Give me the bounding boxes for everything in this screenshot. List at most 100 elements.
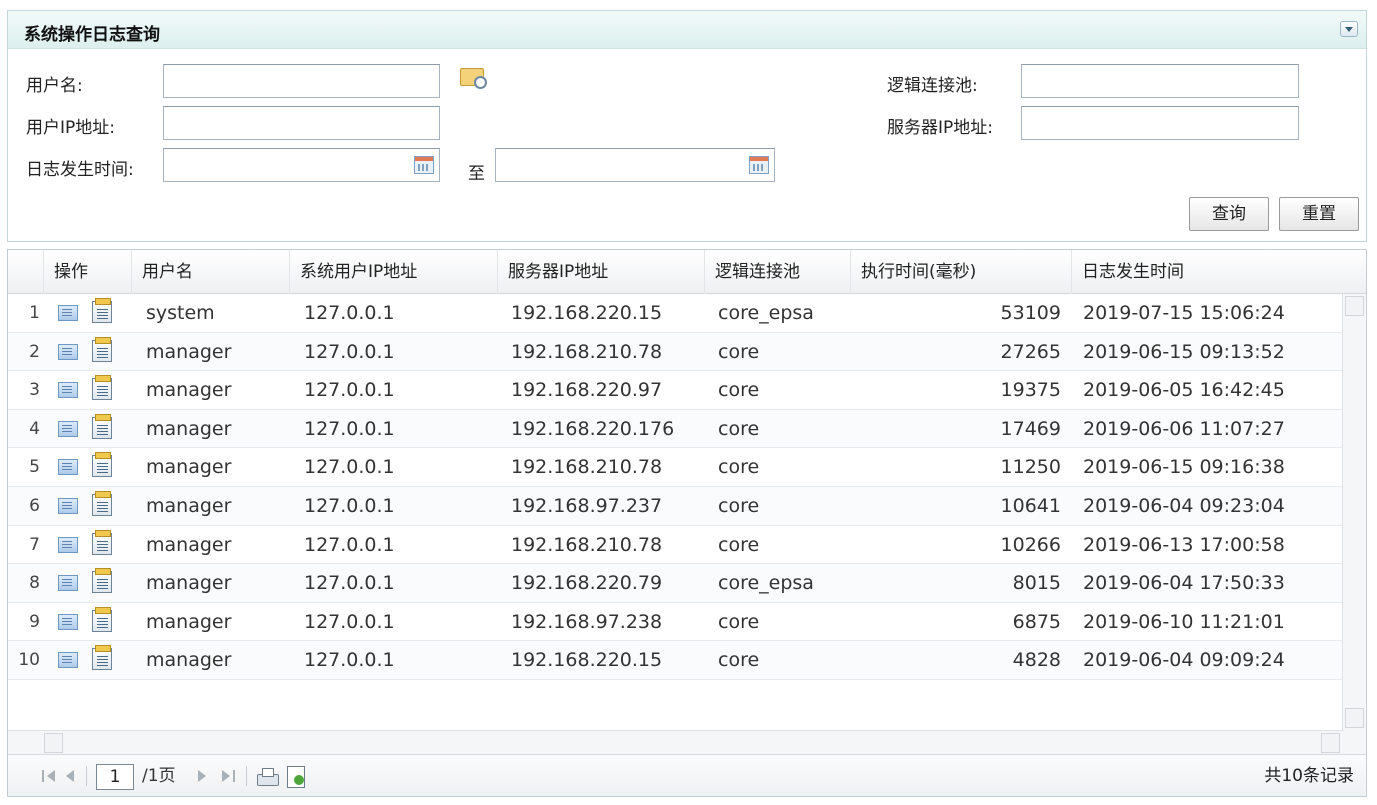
export-icon[interactable] bbox=[287, 766, 305, 788]
first-page-icon[interactable] bbox=[42, 768, 56, 784]
time-from-input[interactable] bbox=[163, 148, 440, 182]
detail-icon[interactable] bbox=[92, 375, 112, 401]
detail-icon[interactable] bbox=[92, 568, 112, 594]
print-icon[interactable] bbox=[257, 768, 279, 786]
table-row[interactable]: 10 manager 127.0.0.1 192.168.220.15 core 4828… bbox=[8, 641, 1342, 680]
collapse-icon[interactable] bbox=[1340, 21, 1358, 37]
user-ip-input[interactable] bbox=[163, 106, 440, 140]
query-button[interactable]: 查询 bbox=[1189, 197, 1269, 231]
row-number: 10 bbox=[18, 650, 40, 671]
cell-server-ip: 192.168.220.15 bbox=[511, 302, 663, 324]
time-to-input[interactable] bbox=[495, 148, 775, 182]
cell-username: manager bbox=[146, 494, 232, 517]
table-row[interactable]: 3 manager 127.0.0.1 192.168.220.97 core 19375… bbox=[8, 371, 1342, 410]
header-system-ip[interactable]: 系统用户IP地址 bbox=[290, 250, 498, 294]
panel-header: 系统操作日志查询 bbox=[8, 11, 1366, 49]
detail-icon[interactable] bbox=[92, 490, 112, 516]
detail-icon[interactable] bbox=[92, 336, 112, 362]
horizontal-scrollbar[interactable] bbox=[8, 730, 1344, 754]
table-row[interactable]: 1 system 127.0.0.1 192.168.220.15 core_epsa 5… bbox=[8, 294, 1342, 333]
header-server-ip[interactable]: 服务器IP地址 bbox=[498, 250, 705, 294]
cell-server-ip: 192.168.210.78 bbox=[511, 456, 663, 479]
cell-username: system bbox=[146, 302, 215, 324]
calendar-icon[interactable] bbox=[414, 156, 434, 174]
last-page-icon[interactable] bbox=[221, 768, 235, 784]
header-log-time[interactable]: 日志发生时间 bbox=[1072, 250, 1344, 294]
table-row[interactable]: 5 manager 127.0.0.1 192.168.210.78 core 11250… bbox=[8, 448, 1342, 487]
calendar-icon[interactable] bbox=[749, 156, 769, 174]
row-actions bbox=[52, 564, 132, 602]
username-input[interactable] bbox=[163, 64, 440, 98]
cell-exec-time: 27265 bbox=[1000, 340, 1061, 363]
grid-body: 1 system 127.0.0.1 192.168.220.15 core_epsa 5… bbox=[8, 294, 1342, 680]
reset-button[interactable]: 重置 bbox=[1279, 197, 1359, 231]
detail-icon[interactable] bbox=[92, 298, 112, 323]
row-actions bbox=[52, 448, 132, 486]
logic-pool-input[interactable] bbox=[1021, 64, 1299, 98]
table-row[interactable]: 9 manager 127.0.0.1 192.168.97.238 core 6875 2… bbox=[8, 603, 1342, 642]
header-rownum bbox=[8, 250, 44, 294]
table-row[interactable]: 8 manager 127.0.0.1 192.168.220.79 core_epsa… bbox=[8, 564, 1342, 603]
cell-exec-time: 53109 bbox=[1000, 302, 1061, 324]
detail-icon[interactable] bbox=[92, 452, 112, 478]
cell-log-time: 2019-06-04 09:23:04 bbox=[1083, 494, 1285, 517]
log-time-label: 日志发生时间: bbox=[26, 160, 134, 180]
cell-log-time: 2019-06-13 17:00:58 bbox=[1083, 533, 1285, 556]
cell-username: manager bbox=[146, 417, 232, 440]
view-icon[interactable] bbox=[58, 536, 78, 553]
view-icon[interactable] bbox=[58, 382, 78, 399]
view-icon[interactable] bbox=[58, 652, 78, 669]
scroll-left-button[interactable] bbox=[44, 733, 63, 753]
cell-system-ip: 127.0.0.1 bbox=[304, 456, 395, 479]
view-icon[interactable] bbox=[58, 575, 78, 592]
view-icon[interactable] bbox=[58, 497, 78, 514]
cell-log-time: 2019-06-15 09:16:38 bbox=[1083, 456, 1285, 479]
row-actions bbox=[52, 294, 132, 332]
cell-exec-time: 6875 bbox=[1012, 610, 1061, 633]
view-icon[interactable] bbox=[58, 305, 78, 321]
table-row[interactable]: 2 manager 127.0.0.1 192.168.210.78 core 27265… bbox=[8, 332, 1342, 372]
detail-icon[interactable] bbox=[92, 606, 112, 632]
cell-server-ip: 192.168.210.78 bbox=[511, 340, 663, 363]
cell-system-ip: 127.0.0.1 bbox=[304, 572, 395, 595]
cell-system-ip: 127.0.0.1 bbox=[304, 302, 395, 324]
detail-icon[interactable] bbox=[92, 413, 112, 439]
cell-username: manager bbox=[146, 533, 232, 556]
header-username[interactable]: 用户名 bbox=[132, 250, 290, 294]
view-icon[interactable] bbox=[58, 343, 78, 360]
view-icon[interactable] bbox=[58, 420, 78, 437]
view-icon[interactable] bbox=[58, 613, 78, 630]
table-row[interactable]: 6 manager 127.0.0.1 192.168.97.237 core 10641… bbox=[8, 486, 1342, 526]
detail-icon[interactable] bbox=[92, 529, 112, 555]
row-number: 6 bbox=[29, 495, 40, 516]
scroll-down-button[interactable] bbox=[1345, 708, 1364, 728]
table-row[interactable]: 4 manager 127.0.0.1 192.168.220.176 core 1746… bbox=[8, 409, 1342, 449]
header-pool[interactable]: 逻辑连接池 bbox=[705, 250, 851, 294]
row-actions bbox=[52, 641, 132, 679]
cell-username: manager bbox=[146, 649, 232, 672]
view-icon[interactable] bbox=[58, 459, 78, 476]
header-exec-time[interactable]: 执行时间(毫秒) bbox=[851, 250, 1072, 294]
row-number: 2 bbox=[29, 341, 40, 362]
page-number-input[interactable] bbox=[96, 764, 134, 790]
pager-separator bbox=[246, 766, 247, 786]
cell-pool: core bbox=[718, 533, 760, 556]
cell-username: manager bbox=[146, 340, 232, 363]
next-page-icon[interactable] bbox=[197, 768, 207, 784]
prev-page-icon[interactable] bbox=[65, 768, 75, 784]
row-number: 4 bbox=[29, 418, 40, 439]
scroll-right-button[interactable] bbox=[1321, 733, 1340, 753]
cell-exec-time: 19375 bbox=[1000, 379, 1061, 402]
row-number: 7 bbox=[29, 534, 40, 555]
cell-pool: core bbox=[718, 379, 760, 402]
scroll-up-button[interactable] bbox=[1345, 296, 1364, 316]
vertical-scrollbar[interactable] bbox=[1342, 294, 1366, 754]
row-actions bbox=[52, 410, 132, 448]
detail-icon[interactable] bbox=[92, 645, 112, 671]
server-ip-input[interactable] bbox=[1021, 106, 1299, 140]
table-row[interactable]: 7 manager 127.0.0.1 192.168.210.78 core 10266… bbox=[8, 526, 1342, 565]
user-picker-icon[interactable] bbox=[460, 68, 487, 89]
cell-exec-time: 8015 bbox=[1012, 572, 1061, 595]
cell-server-ip: 192.168.97.237 bbox=[511, 494, 663, 517]
cell-system-ip: 127.0.0.1 bbox=[304, 340, 395, 363]
